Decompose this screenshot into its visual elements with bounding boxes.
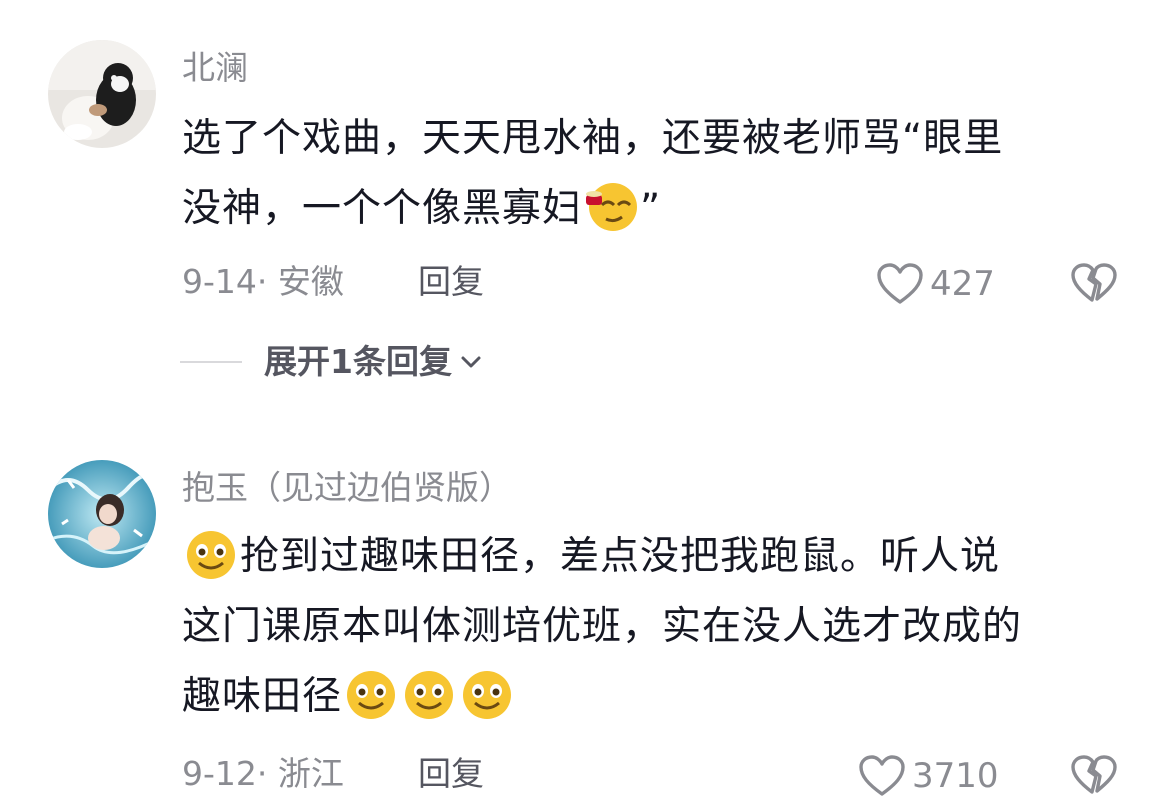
comment-line: 趣味田径 (182, 662, 1142, 732)
avatar[interactable] (48, 40, 156, 148)
like-count: 427 (930, 264, 995, 304)
comment-line-text: ” (640, 186, 662, 231)
smile-emoji (347, 671, 396, 719)
username[interactable]: 抱玉（见过边伯贤版） (182, 468, 512, 508)
comment-line: 选了个戏曲，天天甩水袖，还要被老师骂“眼里 (182, 116, 1004, 161)
reply-button[interactable]: 回复 (418, 262, 484, 302)
like-button[interactable]: 427 (876, 262, 995, 306)
dislike-button[interactable] (1070, 754, 1118, 802)
like-button[interactable]: 3710 (858, 754, 999, 798)
smile-emoji (405, 671, 454, 719)
divider (180, 361, 242, 363)
smile-emoji (187, 531, 235, 579)
smirk-emoji (586, 183, 638, 231)
expand-replies-button[interactable]: 展开1条回复 (180, 342, 482, 382)
chevron-down-icon (461, 356, 481, 368)
expand-replies-label: 展开1条回复 (264, 342, 452, 381)
avatar[interactable] (48, 460, 156, 568)
comment-text: 抢到过趣味田径，差点没把我跑鼠。听人说 这门课原本叫体测培优班，实在没人选才改成… (182, 522, 1142, 732)
like-count: 3710 (912, 756, 999, 796)
broken-heart-icon (1071, 263, 1117, 302)
date-location: 9-14· 安徽 (182, 262, 344, 301)
broken-heart-icon (1071, 755, 1117, 794)
comment-line-text: 趣味田径 (182, 674, 343, 719)
dislike-button[interactable] (1070, 262, 1118, 310)
comment-text: 选了个戏曲，天天甩水袖，还要被老师骂“眼里 没神，一个个像黑寡妇 ” (182, 104, 1142, 244)
comment-line-text: 没神，一个个像黑寡妇 (182, 186, 583, 231)
smile-emoji (463, 671, 512, 719)
heart-outline-icon (877, 263, 923, 304)
username[interactable]: 北澜 (182, 48, 248, 88)
comment-line: 这门课原本叫体测培优班，实在没人选才改成的 (182, 604, 1023, 649)
comment-line-text: 抢到过趣味田径，差点没把我跑鼠。听人说 (240, 534, 1001, 579)
heart-outline-icon (859, 755, 905, 796)
reply-button[interactable]: 回复 (418, 754, 484, 794)
comment-line: 没神，一个个像黑寡妇 ” (182, 174, 1142, 244)
date-location: 9-12· 浙江 (182, 754, 344, 793)
comment-line: 抢到过趣味田径，差点没把我跑鼠。听人说 (182, 522, 1142, 592)
